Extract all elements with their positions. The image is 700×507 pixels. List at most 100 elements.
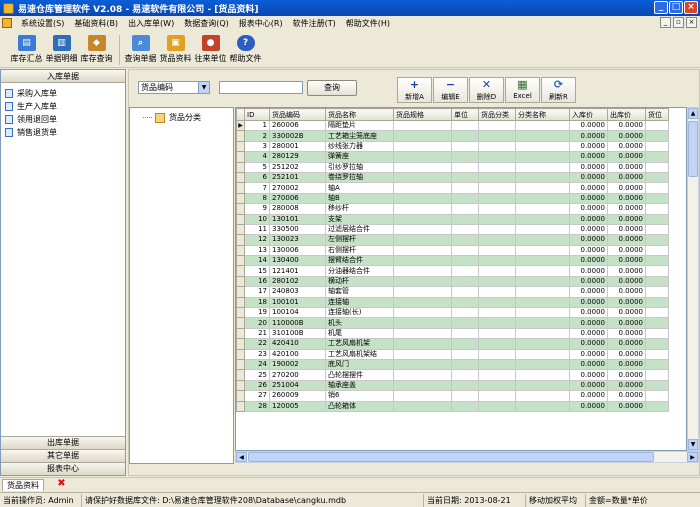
table-cell[interactable]: 100104	[269, 307, 326, 319]
table-cell[interactable]	[515, 338, 570, 350]
table-cell[interactable]	[478, 120, 516, 132]
table-cell[interactable]	[645, 162, 669, 173]
table-cell[interactable]	[515, 162, 570, 173]
column-header[interactable]: ID	[244, 108, 270, 121]
table-cell[interactable]: 280102	[269, 276, 326, 288]
table-cell[interactable]	[515, 120, 570, 132]
table-cell[interactable]: 260006	[269, 120, 326, 132]
table-cell[interactable]: 0.0000	[569, 203, 608, 215]
scroll-up-icon[interactable]: ▲	[688, 108, 698, 119]
table-cell[interactable]	[478, 286, 516, 298]
table-cell[interactable]: 251004	[269, 380, 326, 392]
scroll-thumb[interactable]	[688, 121, 698, 177]
table-cell[interactable]: 0.0000	[607, 255, 646, 267]
table-cell[interactable]	[645, 307, 669, 319]
row-selector[interactable]	[236, 390, 245, 402]
row-selector[interactable]	[236, 203, 245, 215]
table-cell[interactable]: 23	[244, 349, 270, 361]
table-cell[interactable]	[645, 214, 669, 225]
table-cell[interactable]: 1	[244, 120, 270, 132]
tree-node-root[interactable]: 货品分类	[143, 112, 201, 123]
table-row[interactable]: 8 270006 轴B 0.0000 0.0000	[236, 192, 669, 205]
table-cell[interactable]: 251202	[269, 162, 326, 173]
menu-reports[interactable]: 报表中心(R)	[234, 18, 288, 29]
table-cell[interactable]: 420410	[269, 338, 326, 350]
stock-query-button[interactable]: ◆ 库存查询	[80, 35, 113, 64]
table-row[interactable]: 18 100101 连接轴 0.0000 0.0000	[236, 296, 669, 309]
table-cell[interactable]	[515, 130, 570, 142]
table-cell[interactable]: 28	[244, 401, 270, 412]
column-header[interactable]: 入库价	[569, 108, 608, 121]
row-selector[interactable]	[236, 369, 245, 381]
table-row[interactable]: 15 121401 分油器结合件 0.0000 0.0000	[236, 265, 669, 277]
table-row[interactable]: 28 120005 凸轮箱体 0.0000 0.0000	[236, 400, 669, 412]
table-cell[interactable]	[478, 265, 516, 277]
table-row[interactable]: 19 100104 连接轴(长) 0.0000 0.0000	[236, 307, 669, 319]
table-cell[interactable]: 0.0000	[569, 265, 608, 277]
table-cell[interactable]: 纱线张力器	[325, 141, 394, 153]
table-cell[interactable]	[451, 349, 479, 361]
table-cell[interactable]: 0.0000	[569, 234, 608, 246]
table-cell[interactable]: 0.0000	[607, 401, 646, 412]
table-cell[interactable]: 左侧摆杆	[325, 234, 394, 246]
table-cell[interactable]	[478, 214, 516, 225]
row-selector[interactable]	[236, 161, 245, 173]
menu-system[interactable]: 系统设置(S)	[16, 18, 69, 29]
table-cell[interactable]	[645, 286, 669, 298]
table-cell[interactable]: 260009	[269, 390, 326, 402]
table-cell[interactable]	[645, 369, 669, 381]
table-cell[interactable]: 移纱杆	[325, 203, 394, 215]
table-cell[interactable]: 240803	[269, 286, 326, 298]
table-cell[interactable]: 0.0000	[569, 182, 608, 194]
table-cell[interactable]: 252101	[269, 172, 326, 184]
table-cell[interactable]	[478, 317, 516, 329]
edit-button[interactable]: − 编辑E	[433, 77, 468, 103]
table-cell[interactable]	[478, 380, 516, 392]
table-cell[interactable]: 连接轴	[325, 297, 394, 309]
table-cell[interactable]: 0.0000	[569, 120, 608, 132]
table-cell[interactable]	[515, 265, 570, 277]
table-cell[interactable]: 0.0000	[607, 203, 646, 215]
table-cell[interactable]: 13	[244, 245, 270, 257]
table-cell[interactable]: 4	[244, 151, 270, 163]
table-cell[interactable]: 支架	[325, 214, 394, 225]
table-cell[interactable]	[393, 317, 452, 329]
left-panel-other[interactable]: 其它单据	[1, 449, 125, 462]
table-cell[interactable]	[451, 224, 479, 236]
table-cell[interactable]: 底风门	[325, 359, 394, 371]
table-cell[interactable]	[515, 172, 570, 184]
mdi-close-button[interactable]: ×	[686, 17, 697, 28]
table-cell[interactable]	[393, 380, 452, 392]
table-cell[interactable]: 0.0000	[607, 234, 646, 246]
left-panel-outbound[interactable]: 出库单据	[1, 436, 125, 449]
table-cell[interactable]: 121401	[269, 265, 326, 277]
table-cell[interactable]	[393, 297, 452, 309]
table-cell[interactable]: 0.0000	[569, 390, 608, 402]
menu-stock-docs[interactable]: 出入库单(W)	[123, 18, 179, 29]
table-cell[interactable]	[478, 255, 516, 267]
tab-goods-data[interactable]: 货品资料	[2, 479, 44, 491]
table-cell[interactable]: 轴B	[325, 193, 394, 205]
table-cell[interactable]	[515, 286, 570, 298]
table-cell[interactable]	[645, 203, 669, 215]
search-input[interactable]	[219, 81, 303, 94]
row-selector[interactable]	[236, 255, 245, 267]
table-row[interactable]: 24 190002 底风门 0.0000 0.0000	[236, 358, 669, 371]
table-cell[interactable]: 0.0000	[569, 297, 608, 309]
search-field-select[interactable]: 货品编码 ▼	[138, 81, 210, 94]
table-cell[interactable]: 19	[244, 307, 270, 319]
table-cell[interactable]	[451, 276, 479, 288]
row-selector[interactable]	[236, 151, 245, 163]
row-selector[interactable]	[236, 275, 245, 288]
table-cell[interactable]	[478, 234, 516, 246]
table-cell[interactable]	[478, 276, 516, 288]
table-cell[interactable]	[515, 214, 570, 225]
row-selector[interactable]	[236, 244, 245, 257]
table-cell[interactable]: 0.0000	[569, 380, 608, 392]
table-row[interactable]: ▶ 1 260006 隔距垫片 0.0000 0.0000	[236, 119, 669, 132]
nav-item-sales-return[interactable]: 销售退货单	[1, 126, 125, 139]
table-cell[interactable]	[515, 390, 570, 402]
table-cell[interactable]	[515, 141, 570, 153]
table-cell[interactable]: 11	[244, 224, 270, 236]
table-cell[interactable]: 0.0000	[569, 276, 608, 288]
